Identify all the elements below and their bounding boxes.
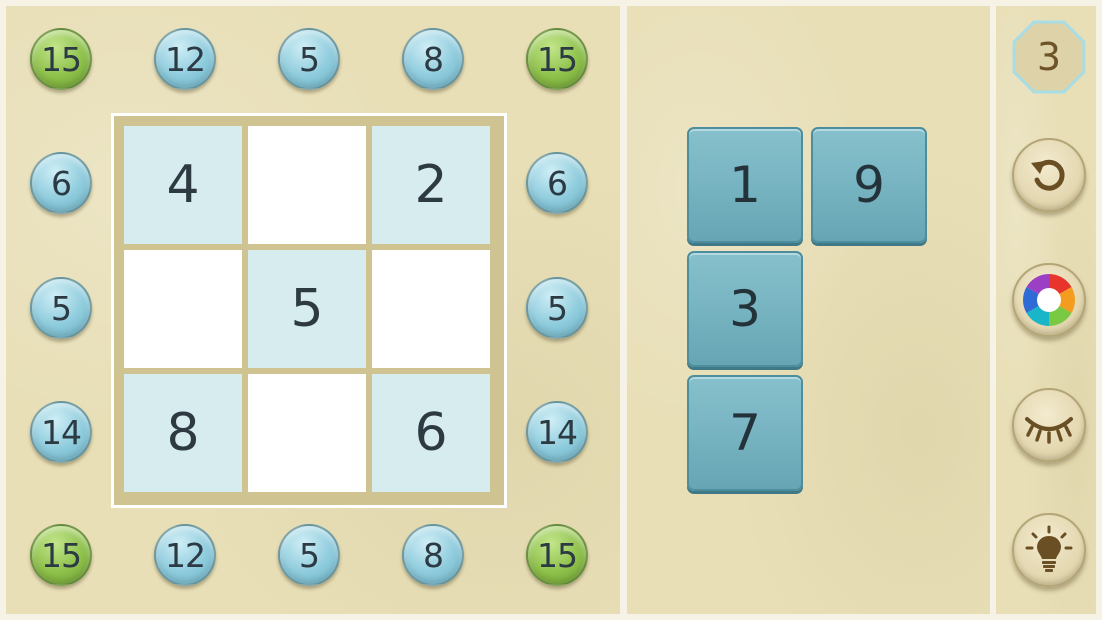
grid-cell-r3c3[interactable]: 6 xyxy=(372,374,490,492)
game-screen: 15 12 5 8 15 15 12 5 8 15 6 5 14 6 5 1 4 … xyxy=(0,0,1102,620)
hide-button[interactable] xyxy=(1012,388,1086,462)
clue-left-2: 5 xyxy=(30,277,92,339)
clue-top-2: 12 xyxy=(154,28,216,90)
tile-tray-panel xyxy=(627,6,990,614)
grid-cell-r1c3[interactable]: 2 xyxy=(372,126,490,244)
grid-cell-r1c1[interactable]: 4 xyxy=(124,126,242,244)
grid-cell-r2c2[interactable]: 5 xyxy=(248,250,366,368)
grid-cell-r3c1[interactable]: 8 xyxy=(124,374,242,492)
clue-right-2: 5 xyxy=(526,277,588,339)
grid-cell-r3c2[interactable] xyxy=(248,374,366,492)
closed-eye-icon xyxy=(1025,417,1073,444)
clue-top-3: 5 xyxy=(278,28,340,90)
clue-bottom-4: 8 xyxy=(402,524,464,586)
clue-left-1: 6 xyxy=(30,152,92,214)
level-badge: 3 xyxy=(1012,20,1086,94)
clue-top-1: 15 xyxy=(30,28,92,90)
level-number: 3 xyxy=(1036,35,1062,79)
number-tile[interactable]: 9 xyxy=(811,127,927,243)
number-tile[interactable]: 1 xyxy=(687,127,803,243)
clue-top-4: 8 xyxy=(402,28,464,90)
color-wheel-icon xyxy=(1023,274,1075,326)
grid-cell-r2c1[interactable] xyxy=(124,250,242,368)
number-tile[interactable]: 7 xyxy=(687,375,803,491)
clue-bottom-1: 15 xyxy=(30,524,92,586)
clue-bottom-3: 5 xyxy=(278,524,340,586)
undo-arrow-icon xyxy=(1031,159,1065,191)
clue-left-3: 14 xyxy=(30,401,92,463)
color-wheel-button[interactable] xyxy=(1012,263,1086,337)
lightbulb-icon xyxy=(1025,525,1073,572)
number-tile[interactable]: 3 xyxy=(687,251,803,367)
undo-button[interactable] xyxy=(1012,138,1086,212)
hint-button[interactable] xyxy=(1012,513,1086,587)
clue-bottom-2: 12 xyxy=(154,524,216,586)
clue-bottom-5: 15 xyxy=(526,524,588,586)
clue-right-3: 14 xyxy=(526,401,588,463)
grid-cell-r1c2[interactable] xyxy=(248,126,366,244)
puzzle-grid: 4 2 5 8 6 xyxy=(111,113,507,508)
clue-top-5: 15 xyxy=(526,28,588,90)
clue-right-1: 6 xyxy=(526,152,588,214)
grid-cell-r2c3[interactable] xyxy=(372,250,490,368)
